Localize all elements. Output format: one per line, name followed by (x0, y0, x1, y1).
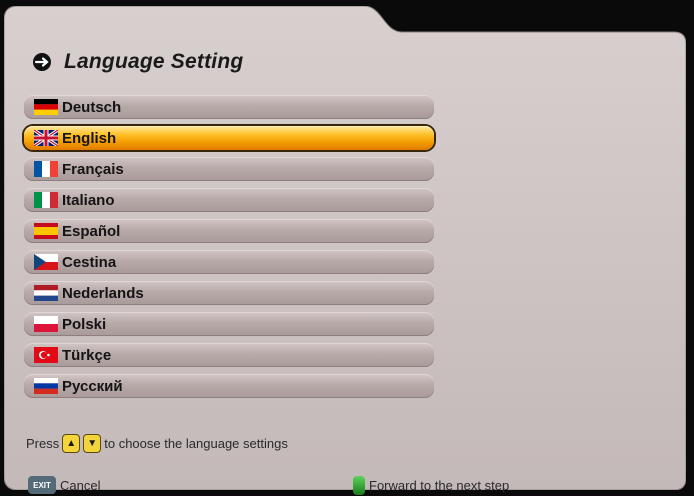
language-item-nl[interactable]: Nederlands (24, 281, 434, 305)
language-label: Français (62, 160, 124, 178)
flag-de-icon (34, 99, 58, 115)
flag-gb-icon (34, 130, 58, 146)
language-label: Italiano (62, 191, 115, 209)
flag-es-icon (34, 223, 58, 239)
language-item-tr[interactable]: Türkçe (24, 343, 434, 367)
language-item-gb[interactable]: English (24, 126, 434, 150)
down-arrow-icon: ▼ (83, 434, 102, 453)
language-label: Español (62, 222, 121, 240)
up-arrow-icon: ▲ (62, 434, 81, 453)
language-list: Deutsch English Français Italiano Español Ces… (24, 95, 434, 405)
flag-it-icon (34, 192, 58, 208)
language-item-ru[interactable]: Русский (24, 374, 434, 398)
flag-nl-icon (34, 285, 58, 301)
next-step-label: Forward to the next step (369, 478, 510, 493)
cancel-label: Cancel (60, 477, 101, 493)
language-label: Polski (62, 315, 107, 333)
flag-cz-icon (34, 254, 58, 270)
language-item-pl[interactable]: Polski (24, 312, 434, 336)
next-step-button[interactable]: Forward to the next step (353, 476, 509, 495)
arrow-circle-icon (33, 53, 51, 71)
language-label: Русский (62, 377, 123, 395)
cancel-button[interactable]: EXIT Cancel (28, 476, 100, 494)
flag-pl-icon (34, 316, 58, 332)
language-item-cz[interactable]: Cestina (24, 250, 434, 274)
language-label: Cestina (62, 253, 117, 271)
help-suffix: to choose the language settings (104, 436, 288, 451)
language-label: Nederlands (62, 284, 144, 302)
page-title: Language Setting (32, 50, 243, 74)
language-label: Türkçe (62, 346, 112, 364)
dialog-panel: Language Setting Deutsch English Français I… (4, 6, 686, 495)
language-item-it[interactable]: Italiano (24, 188, 434, 212)
flag-fr-icon (34, 161, 58, 177)
language-label: English (62, 129, 117, 147)
help-text: Press ▲ ▼ to choose the language setting… (26, 434, 288, 453)
title-text: Language Setting (64, 50, 244, 73)
language-item-de[interactable]: Deutsch (24, 95, 434, 119)
green-key-icon (353, 476, 365, 495)
language-item-fr[interactable]: Français (24, 157, 434, 181)
help-prefix: Press (26, 436, 60, 451)
flag-ru-icon (34, 378, 58, 394)
language-item-es[interactable]: Español (24, 219, 434, 243)
flag-tr-icon (34, 347, 58, 363)
exit-key-icon: EXIT (28, 476, 56, 494)
language-label: Deutsch (62, 98, 122, 116)
